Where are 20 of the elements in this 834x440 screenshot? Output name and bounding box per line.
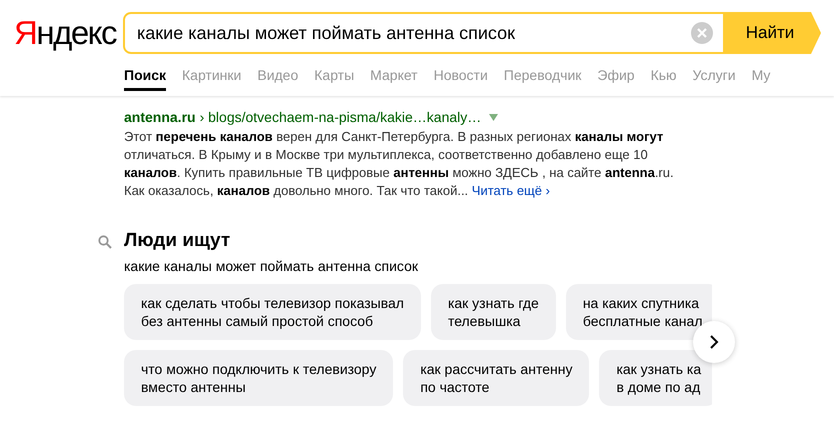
result-domain-link[interactable]: antenna.ru [124, 108, 196, 126]
suggestion-chip[interactable]: как рассчитать антенну по частоте [403, 350, 590, 406]
search-field[interactable]: какие каналы может поймать антенна список [123, 12, 723, 54]
search-query-text: какие каналы может поймать антенна список [124, 258, 419, 274]
suggestion-chip[interactable]: что можно подключить к телевизору вместо антенны [124, 350, 394, 406]
suggestion-chip[interactable]: как сделать чтобы телевизор показывал без антенны самый простой способ [124, 284, 421, 340]
search-icon [98, 235, 112, 249]
search-button[interactable]: Найти [723, 12, 821, 54]
suggestion-chip[interactable]: как узнать ка в доме по ад [599, 350, 712, 406]
logo[interactable]: Яндекс [14, 12, 123, 54]
nav-tab[interactable]: Поиск [124, 67, 166, 91]
clear-icon[interactable] [691, 22, 713, 44]
chevron-right-icon [709, 335, 719, 349]
dropdown-caret-icon[interactable] [489, 114, 498, 120]
section-heading: Люди ищут [124, 230, 230, 252]
result-path-link[interactable]: › blogs/otvechaem-na-pisma/kakie…kanaly… [200, 108, 482, 126]
suggestion-chip[interactable]: на каких спутника бесплатные канал [566, 284, 712, 340]
suggestion-chip[interactable]: как узнать где телевышка [430, 284, 556, 340]
result-snippet: Этот перечень каналов верен для Санкт-Петербурга. В разных регионах каналы могут отличаться. В Крыму и в Москве три мультиплекса, соответственно добавлено еще 10 каналов. Купить правильные ТВ цифровые антенны можно ЗДЕСЬ , на сайте antenna.ru. Как оказалось, каналов довольно много. Так что такой... Читать ещё › [124, 128, 675, 200]
read-more-link[interactable]: Читать ещё › [472, 183, 550, 198]
